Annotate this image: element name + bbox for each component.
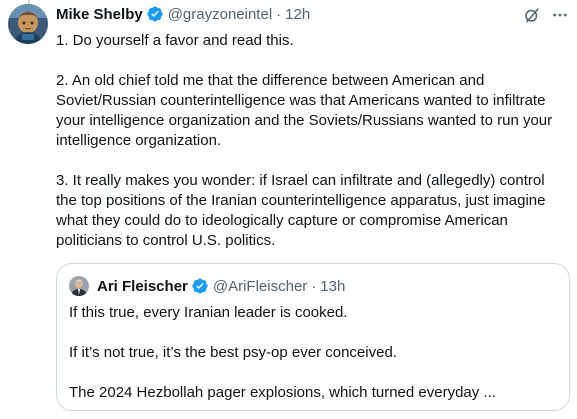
author-display-name[interactable]: Mike Shelby — [56, 6, 143, 23]
tweet-header: Mike Shelby @grayzoneintel · 12h — [56, 4, 571, 24]
verified-badge-icon[interactable] — [146, 5, 164, 23]
avatar-image — [8, 4, 48, 44]
quote-author-handle: @AriFleischer — [212, 277, 308, 295]
tweet-text: 1. Do yourself a favor and read this. 2.… — [56, 32, 553, 249]
post-timestamp[interactable]: 12h — [285, 6, 310, 23]
author-handle[interactable]: @grayzoneintel — [168, 6, 272, 23]
more-icon[interactable] — [551, 6, 569, 29]
quote-header-separator: · — [311, 277, 317, 295]
tweet-content: Mike Shelby @grayzoneintel · 12h 1. Do y… — [56, 4, 571, 251]
quote-header: Ari Fleischer @AriFleischer · 13h — [69, 276, 345, 296]
quote-tweet-card[interactable]: Ari Fleischer @AriFleischer · 13h If thi… — [56, 263, 570, 411]
quote-avatar — [69, 276, 89, 296]
avatar[interactable] — [8, 4, 48, 44]
tweet-view: Mike Shelby @grayzoneintel · 12h 1. Do y… — [0, 0, 577, 419]
verified-badge-icon — [191, 277, 209, 295]
quote-timestamp: 13h — [320, 277, 346, 295]
header-separator: · — [276, 5, 282, 23]
quote-author-display-name: Ari Fleischer — [97, 277, 188, 295]
tweet-actions — [523, 6, 569, 29]
quote-text: If this true, every Iranian leader is co… — [69, 304, 496, 401]
grok-icon[interactable] — [523, 6, 541, 29]
